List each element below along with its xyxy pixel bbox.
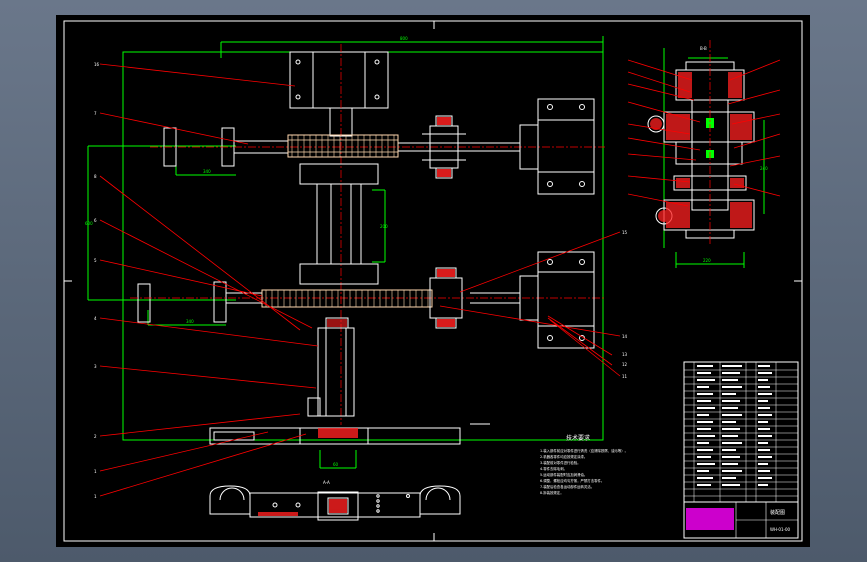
tech-req-line: 3.装配前对零件进行检验。 [540,460,581,465]
svg-text:340: 340 [203,169,211,174]
svg-text:15: 15 [622,230,628,235]
cad-drawing: 800 600 340 340 200 60 220 240 A-A 167 8… [56,15,810,547]
svg-text:240: 240 [760,166,768,171]
tech-req-title: 技术要求 [566,434,590,442]
svg-text:220: 220 [703,258,711,263]
svg-text:16: 16 [94,62,100,67]
section-label: B-B [700,46,707,51]
tech-req-line: 5.运动部件装配时应加润滑油。 [540,472,587,477]
drawing-sheet [56,15,810,547]
svg-text:200: 200 [380,224,388,229]
gripper-arm-hatch [318,428,358,438]
svg-text:12: 12 [622,362,628,367]
lower-column-hatch [327,319,347,327]
svg-text:340: 340 [186,319,194,324]
title-block-name: 装配图 [770,509,785,516]
svg-text:14: 14 [622,334,628,339]
section-label-bottom: A-A [323,480,330,485]
svg-text:11: 11 [622,374,628,379]
tech-req-line: 8.拆装按规定。 [540,490,564,495]
tech-req-line: 2.机器各零件均应按规定涂漆。 [540,454,587,459]
svg-text:13: 13 [622,352,628,357]
tech-req-line: 6.调整，螺栓应均匀拧紧，严禁打击零件。 [540,478,604,483]
tech-req-line: 1.装入部件前应对零件进行清洗（应清除铁屑、油污等）。 [540,448,628,453]
tech-req-line: 4.零件去除毛刺。 [540,466,567,471]
svg-text:800: 800 [400,36,408,41]
svg-text:600: 600 [85,221,93,226]
title-block-code: WH-01-00 [770,527,790,532]
tech-req-line: 7.装配后检查各运动部件运转灵活。 [540,484,594,489]
svg-text:60: 60 [333,462,339,467]
